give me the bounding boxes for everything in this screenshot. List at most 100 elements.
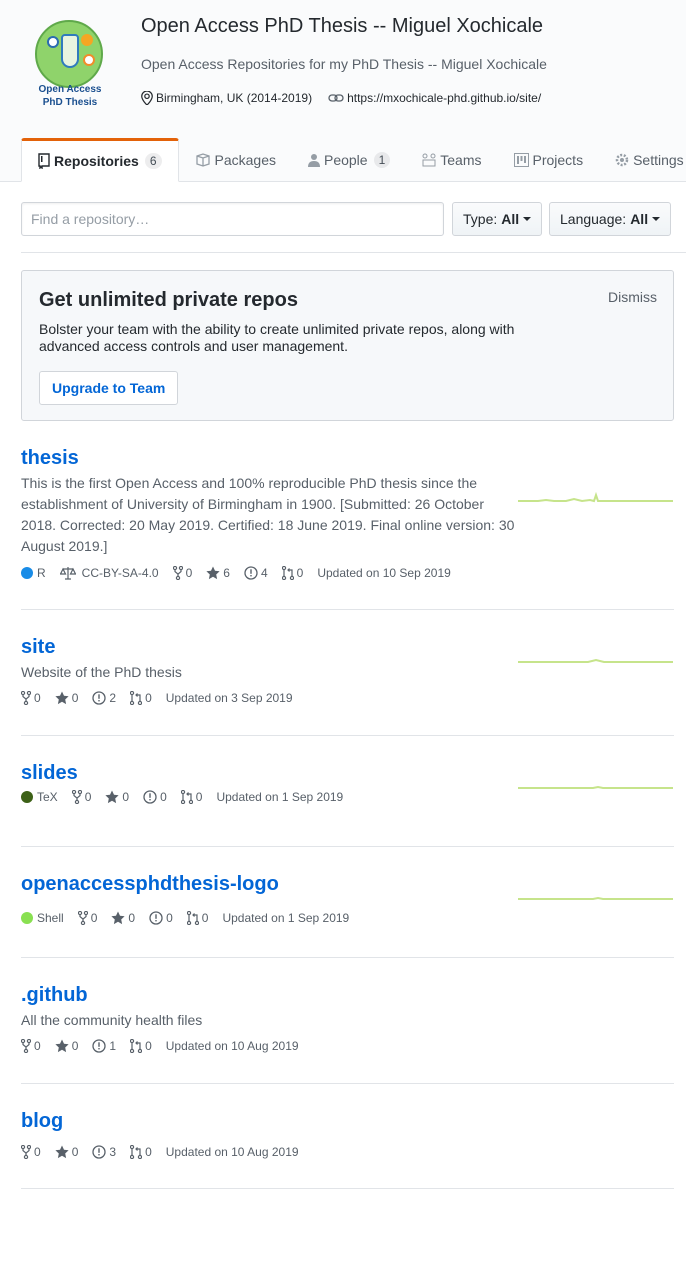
language-filter-value: All (630, 211, 649, 227)
dismiss-button[interactable]: Dismiss (608, 289, 657, 305)
repo-name-link[interactable]: .github (21, 982, 674, 1008)
forks-count: 0 (90, 911, 98, 925)
repo-name-link[interactable]: blog (21, 1108, 674, 1134)
repo-issues[interactable]: 0 (143, 790, 167, 804)
repo-pull-requests[interactable]: 0 (130, 691, 152, 705)
pull-request-icon (130, 1039, 143, 1053)
fork-icon (21, 1039, 31, 1053)
upsell-banner: Get unlimited private repos Dismiss Bols… (21, 270, 674, 421)
tab-packages[interactable]: Packages (179, 138, 292, 182)
repo-item: openaccessphdthesis-logo Shell 0 0 0 0 Updated… (21, 871, 674, 958)
caret-down-icon (652, 217, 661, 221)
tab-label: Packages (214, 152, 276, 168)
pull-request-icon (130, 691, 143, 705)
pull-requests-count: 0 (201, 911, 209, 925)
type-filter-label: Type: (463, 211, 498, 227)
repo-forks[interactable]: 0 (21, 1145, 41, 1159)
team-icon (422, 153, 436, 167)
repo-forks[interactable]: 0 (71, 790, 92, 804)
repo-updated: Updated on 1 Sep 2019 (216, 790, 344, 804)
repo-stars[interactable]: 0 (55, 691, 79, 705)
language-color-dot (21, 567, 33, 579)
star-icon (111, 911, 125, 925)
repo-meta: 0 0 1 0 Updated on 10 Aug 2019 (21, 1039, 313, 1053)
forks-count: 0 (84, 790, 92, 804)
pull-requests-count: 0 (145, 691, 152, 705)
repo-name-link[interactable]: thesis (21, 445, 674, 471)
activity-sparkline (518, 896, 673, 900)
repo-stars[interactable]: 6 (206, 566, 230, 580)
repo-item: thesis This is the first Open Access and … (21, 445, 674, 610)
repo-pull-requests[interactable]: 0 (180, 790, 202, 804)
language-filter-button[interactable]: Language: All (549, 202, 672, 236)
fork-icon (21, 1145, 31, 1159)
pull-request-icon (130, 1145, 143, 1159)
repo-stars[interactable]: 0 (55, 1039, 78, 1053)
repo-updated: Updated on 3 Sep 2019 (165, 691, 293, 705)
repo-description: All the community health files (21, 1012, 203, 1028)
repo-forks[interactable]: 0 (172, 566, 192, 580)
stars-count: 0 (71, 691, 79, 705)
repo-pull-requests[interactable]: 0 (186, 911, 209, 925)
repo-item: site Website of the PhD thesis 0 0 2 0 Updated… (21, 634, 674, 736)
tab-label: People (323, 152, 368, 168)
fork-icon (172, 566, 183, 580)
repo-pull-requests[interactable]: 0 (130, 1039, 152, 1053)
repo-issues[interactable]: 4 (244, 566, 268, 580)
tab-people[interactable]: People 1 (292, 138, 406, 182)
repo-forks[interactable]: 0 (77, 911, 98, 925)
tab-label: Settings (633, 152, 684, 168)
repo-issues[interactable]: 1 (92, 1039, 116, 1053)
issues-count: 0 (160, 790, 167, 804)
location-text: Birmingham, UK (2014-2019) (156, 91, 313, 105)
people-count: 1 (373, 152, 391, 168)
pull-request-icon (186, 911, 199, 925)
activity-sparkline (518, 658, 673, 663)
repo-pull-requests[interactable]: 0 (130, 1145, 152, 1159)
forks-count: 0 (34, 691, 41, 705)
website-link[interactable]: https://mxochicale-phd.github.io/site/ (347, 91, 541, 105)
type-filter-button[interactable]: Type: All (452, 202, 543, 236)
issue-icon (149, 911, 163, 925)
tab-teams[interactable]: Teams (406, 138, 497, 182)
tab-repositories[interactable]: Repositories 6 (21, 138, 179, 182)
star-icon (55, 1039, 69, 1053)
org-logo-text: Open Access PhD Thesis (38, 84, 102, 108)
repo-forks[interactable]: 0 (21, 1039, 41, 1053)
repo-item: .github All the community health files 0 0 1… (21, 982, 674, 1084)
repo-meta: R CC-BY-SA-4.0 0 6 4 0 Updated on 10 Sep 2019 (21, 566, 465, 580)
repo-updated: Updated on 1 Sep 2019 (222, 911, 350, 925)
tab-projects[interactable]: Projects (498, 138, 600, 182)
tab-settings[interactable]: Settings (599, 138, 686, 182)
repo-language: TeX (21, 790, 58, 804)
package-icon (195, 153, 210, 167)
pull-requests-count: 0 (145, 1039, 152, 1053)
fork-icon (77, 911, 88, 925)
repo-pull-requests[interactable]: 0 (281, 566, 303, 580)
star-icon (55, 1145, 69, 1159)
repo-updated: Updated on 10 Aug 2019 (165, 1145, 299, 1159)
issues-count: 2 (109, 691, 117, 705)
repo-issues[interactable]: 2 (92, 691, 116, 705)
org-logo (35, 20, 103, 88)
repo-forks[interactable]: 0 (21, 691, 41, 705)
find-repository-input[interactable] (21, 202, 444, 236)
repo-stars[interactable]: 0 (55, 1145, 79, 1159)
org-description: Open Access Repositories for my PhD Thes… (141, 56, 547, 72)
org-website[interactable]: https://mxochicale-phd.github.io/site/ (328, 91, 541, 105)
repo-issues[interactable]: 3 (92, 1145, 116, 1159)
divider (21, 252, 686, 253)
repo-meta: TeX 0 0 0 0 Updated on 1 Sep 2019 (21, 790, 357, 804)
issue-icon (92, 1145, 107, 1159)
repo-issues[interactable]: 0 (149, 911, 173, 925)
tab-label: Teams (440, 152, 482, 168)
stars-count: 0 (122, 790, 130, 804)
org-nav-tabs: Repositories 6 Packages People 1 Teams P… (21, 138, 686, 182)
repo-stars[interactable]: 0 (105, 790, 129, 804)
repo-updated: Updated on 10 Sep 2019 (317, 566, 451, 580)
gear-icon (615, 153, 629, 167)
issue-icon (92, 691, 107, 705)
stars-count: 0 (71, 1145, 79, 1159)
upgrade-to-team-button[interactable]: Upgrade to Team (39, 371, 179, 405)
repo-stars[interactable]: 0 (111, 911, 135, 925)
